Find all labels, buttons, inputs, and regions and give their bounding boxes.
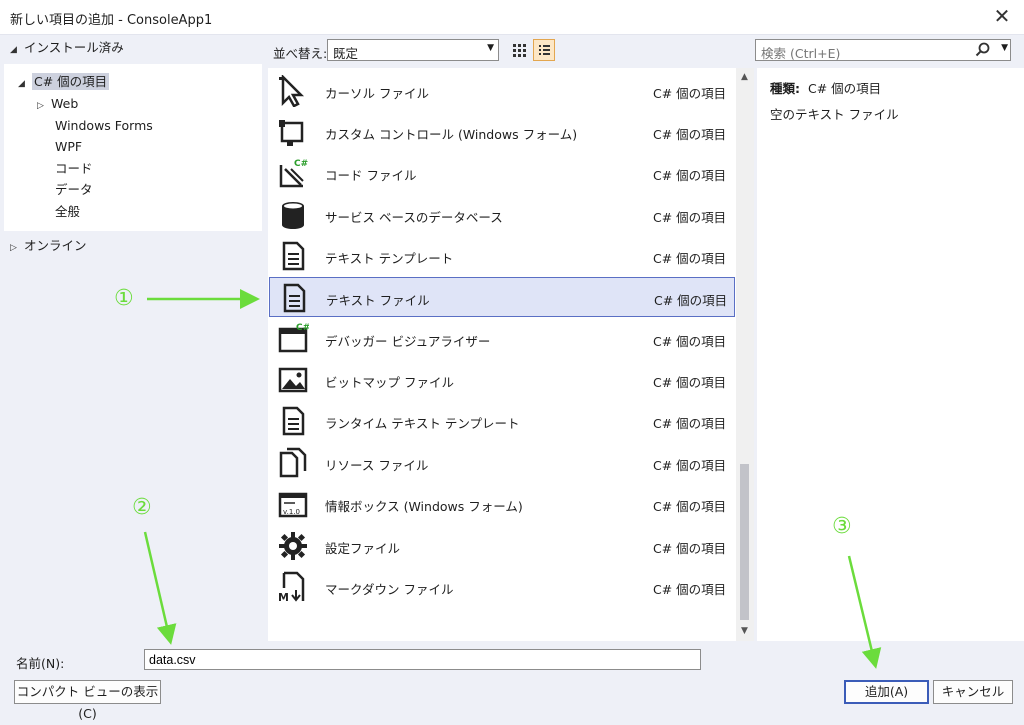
template-item[interactable]: テキスト ファイル C# 個の項目 (269, 277, 735, 317)
template-item-category: C# 個の項目 (654, 293, 728, 308)
scroll-down-icon[interactable]: ▼ (741, 626, 748, 636)
custom-control-icon (279, 120, 304, 146)
template-item-category: C# 個の項目 (653, 127, 727, 142)
template-item-name: テキスト ファイル (326, 293, 430, 308)
template-item-category: C# 個の項目 (653, 541, 727, 556)
scrollbar-thumb[interactable] (740, 464, 749, 620)
text-template-icon (282, 241, 305, 271)
annotation-arrow-3 (847, 555, 882, 669)
template-item-category: C# 個の項目 (653, 251, 727, 266)
template-item-name: 情報ボックス (Windows フォーム) (325, 499, 523, 514)
template-item-name: 設定ファイル (325, 541, 401, 556)
svg-text:C#: C# (294, 159, 308, 169)
template-item-category: C# 個の項目 (653, 499, 727, 514)
database-icon (282, 202, 304, 229)
template-item[interactable]: ランタイム テキスト テンプレート C# 個の項目 (269, 401, 735, 441)
template-item-name: デバッガー ビジュアライザー (325, 334, 491, 349)
template-item[interactable]: ビットマップ ファイル C# 個の項目 (269, 360, 735, 400)
annotation-arrow-2 (143, 531, 177, 645)
template-item-name: リソース ファイル (325, 458, 429, 473)
template-item[interactable]: テキスト テンプレート C# 個の項目 (269, 236, 735, 276)
template-item-category: C# 個の項目 (653, 416, 727, 431)
template-item-category: C# 個の項目 (653, 210, 727, 225)
code-file-icon: C# (279, 159, 308, 188)
template-item-name: ビットマップ ファイル (325, 375, 454, 390)
template-item-category: C# 個の項目 (653, 334, 727, 349)
template-item-name: ランタイム テキスト テンプレート (325, 416, 520, 431)
template-item[interactable]: サービス ベースのデータベース C# 個の項目 (269, 195, 735, 235)
about-box-icon: v.1.0 (278, 492, 308, 518)
markdown-icon: M (278, 571, 305, 603)
template-item-category: C# 個の項目 (653, 168, 727, 183)
svg-text:C#: C# (296, 323, 309, 333)
template-item-name: カスタム コントロール (Windows フォーム) (325, 127, 578, 142)
template-item-category: C# 個の項目 (653, 86, 727, 101)
template-item-name: テキスト テンプレート (325, 251, 454, 266)
scroll-up-icon[interactable]: ▲ (741, 72, 748, 82)
template-item[interactable]: リソース ファイル C# 個の項目 (269, 443, 735, 483)
settings-gear-icon (279, 532, 307, 560)
template-item-category: C# 個の項目 (653, 458, 727, 473)
debugger-visualizer-icon: C# (278, 323, 309, 353)
template-item-category: C# 個の項目 (653, 582, 727, 597)
template-item[interactable]: C# デバッガー ビジュアライザー C# 個の項目 (269, 319, 735, 359)
template-item-name: サービス ベースのデータベース (325, 210, 503, 225)
runtime-template-icon (282, 406, 305, 436)
bitmap-icon (278, 367, 308, 393)
template-item-name: カーソル ファイル (325, 86, 429, 101)
template-item-category: C# 個の項目 (653, 375, 727, 390)
template-item-name: マークダウン ファイル (325, 582, 454, 597)
template-item[interactable]: カスタム コントロール (Windows フォーム) C# 個の項目 (269, 112, 735, 152)
svg-text:M: M (278, 591, 289, 603)
resource-file-icon (279, 447, 307, 478)
cursor-icon (279, 75, 305, 107)
svg-text:v.1.0: v.1.0 (283, 508, 300, 516)
template-item[interactable]: カーソル ファイル C# 個の項目 (269, 71, 735, 111)
template-item-name: コード ファイル (325, 168, 417, 183)
template-item[interactable]: v.1.0 情報ボックス (Windows フォーム) C# 個の項目 (269, 484, 735, 524)
template-item[interactable]: C# コード ファイル C# 個の項目 (269, 153, 735, 193)
template-item[interactable]: M マークダウン ファイル C# 個の項目 (269, 567, 735, 607)
text-file-icon (283, 283, 306, 313)
template-item[interactable]: 設定ファイル C# 個の項目 (269, 526, 735, 566)
